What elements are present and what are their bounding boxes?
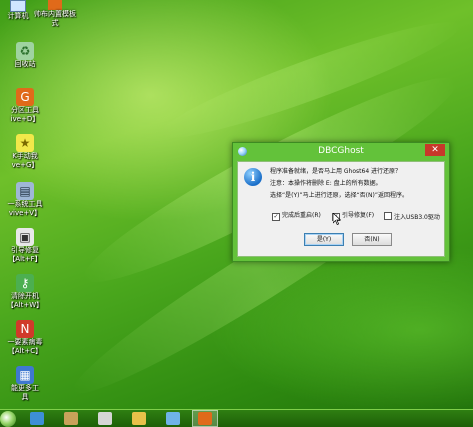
desktop-icon-label: 一系统工具 — [7, 200, 43, 208]
checkbox-check-icon: ✓ — [272, 213, 280, 221]
desktop-icon-boot-repair[interactable]: ▣ 引导修复 【Alt+F】 — [0, 228, 50, 264]
desktop-icon-ghost-tool[interactable]: ★ K手动我 ve+G】 — [0, 134, 50, 170]
monitor-icon[interactable] — [166, 412, 180, 425]
app-icon[interactable] — [98, 412, 112, 425]
desktop-icon-antivirus[interactable]: N 一要素病毒 【Alt+C】 — [0, 320, 50, 356]
desktop-icon-column: ♻ 回收站 G 分区工具 ive+D】 ★ K手动我 ve+G】 ▤ 一系统工具… — [0, 0, 60, 410]
ghost-icon: ★ — [16, 134, 34, 152]
desktop-icon-label: 能更多工 — [11, 384, 39, 392]
desktop-icon-label: 具 — [21, 393, 29, 401]
dbcghost-dialog: DBCGhost ✕ i 程序准备就绪，是否马上用 Ghost64 进行还原？ … — [232, 142, 450, 262]
desktop-icon-more-tools[interactable]: ▦ 能更多工 具 — [0, 366, 50, 402]
app-icon[interactable] — [132, 412, 146, 425]
desktop-icon-label: 【Alt+C】 — [7, 347, 43, 355]
recycle-bin-icon: ♻ — [16, 42, 34, 60]
dialog-body: i 程序准备就绪，是否马上用 Ghost64 进行还原？ 注意：本操作将删除 E… — [237, 161, 445, 257]
taskbar-active-item[interactable] — [192, 410, 218, 427]
desktop-icon-system-tool[interactable]: ▤ 一系统工具 vive+V】 — [0, 182, 50, 218]
desktop-icon-label: K手动我 — [12, 152, 38, 160]
dialog-message-line: 注意：本操作将删除 E: 盘上的所有数据。 — [270, 180, 382, 187]
yes-button[interactable]: 是(Y) — [304, 233, 344, 246]
tools-icon[interactable] — [64, 412, 78, 425]
checkbox-label: 引导修复(F) — [342, 212, 375, 219]
disk-partition-icon: G — [16, 88, 34, 106]
start-orb-icon[interactable] — [0, 411, 16, 427]
mouse-cursor-icon — [333, 213, 341, 225]
desktop-icon-label: 【Alt+W】 — [6, 301, 44, 309]
desktop-icon-label: 【Alt+F】 — [8, 255, 42, 263]
desktop-icon-recycle-bin[interactable]: ♻ 回收站 — [0, 42, 50, 69]
desktop-icon-label: 清除开机 — [11, 292, 39, 300]
dialog-message-line: 选择“是(Y)”马上进行还原，选择“否(N)”返回程序。 — [270, 192, 408, 199]
system-icon: ▤ — [16, 182, 34, 200]
dialog-title: DBCGhost — [318, 146, 364, 156]
desktop-icon-label: ive+D】 — [10, 115, 40, 123]
desktop-icon-label: 回收站 — [14, 60, 36, 68]
info-icon: i — [244, 168, 262, 186]
disk-genius-icon — [198, 412, 212, 425]
checkbox-label: 注入USB3.0驱动 — [394, 214, 440, 221]
taskbar — [0, 409, 473, 427]
no-button[interactable]: 否(N) — [352, 233, 392, 246]
explorer-icon[interactable] — [30, 412, 44, 425]
boot-repair-icon: ▣ — [16, 228, 34, 246]
desktop-icon-label: 一要素病毒 — [7, 338, 43, 346]
dialog-titlebar[interactable]: DBCGhost ✕ — [233, 143, 449, 161]
desktop-icon-password[interactable]: ⚷ 清除开机 【Alt+W】 — [0, 274, 50, 310]
close-button[interactable]: ✕ — [425, 144, 445, 156]
desktop-icon-label: vive+V】 — [8, 209, 42, 217]
checkbox-empty-icon — [384, 212, 392, 220]
checkbox-label: 完成后重启(R) — [282, 212, 321, 219]
tools-grid-icon: ▦ — [16, 366, 34, 384]
antivirus-icon: N — [16, 320, 34, 338]
desktop-icon-label: 分区工具 — [11, 106, 39, 114]
desktop-icon-disk-tool[interactable]: G 分区工具 ive+D】 — [0, 88, 50, 124]
dialog-message-line: 程序准备就绪，是否马上用 Ghost64 进行还原？ — [270, 168, 402, 175]
usb3-driver-checkbox[interactable]: 注入USB3.0驱动 — [384, 212, 440, 222]
reboot-checkbox[interactable]: ✓ 完成后重启(R) — [272, 212, 321, 221]
key-icon: ⚷ — [16, 274, 34, 292]
desktop-icon-label: 引导修复 — [11, 246, 39, 254]
desktop-icon-label: ve+G】 — [11, 161, 39, 169]
